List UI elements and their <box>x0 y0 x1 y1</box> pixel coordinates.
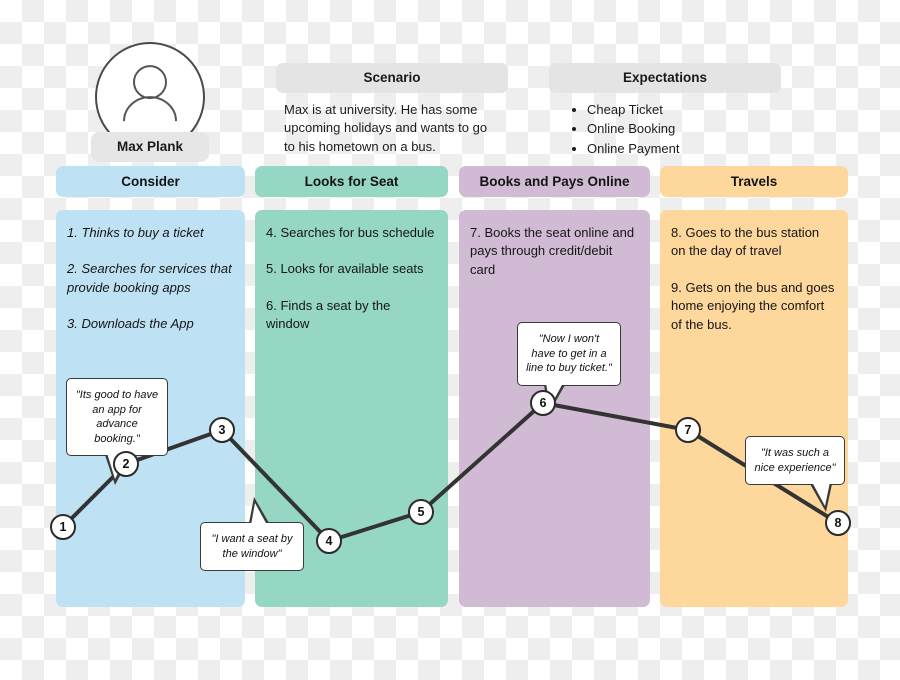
quote-text: "Now I won't have to get in a line to bu… <box>526 333 612 375</box>
user-avatar-icon <box>115 61 185 130</box>
quote-no-line: "Now I won't have to get in a line to bu… <box>517 322 621 413</box>
journey-node-3[interactable]: 3 <box>209 417 235 443</box>
scenario-text: Max is at university. He has some upcomi… <box>284 102 488 154</box>
scenario-block: Scenario Max is at university. He has so… <box>276 63 508 156</box>
quote-text: "I want a seat by the window" <box>211 533 293 560</box>
stage-header-looks-for-seat[interactable]: Looks for Seat <box>255 166 448 197</box>
persona-card: Max Plank <box>91 42 209 162</box>
expectations-block: Expectations Cheap Ticket Online Booking… <box>549 63 781 159</box>
scenario-title: Scenario <box>276 63 508 93</box>
list-item: Online Payment <box>587 140 773 158</box>
stage-header-books-and-pays-online[interactable]: Books and Pays Online <box>459 166 650 197</box>
persona-name: Max Plank <box>91 132 209 162</box>
quote-advance-booking: "Its good to have an app for advance boo… <box>66 378 168 486</box>
stage-step: 4. Searches for bus schedule <box>266 225 435 240</box>
stage-header-consider[interactable]: Consider <box>56 166 245 197</box>
journey-node-2[interactable]: 2 <box>113 451 139 477</box>
quote-text: "Its good to have an app for advance boo… <box>75 389 159 445</box>
callout-tail-fill <box>812 482 830 507</box>
expectations-title: Expectations <box>549 63 781 93</box>
stage-step: 9. Gets on the bus and goes home enjoyin… <box>671 279 835 332</box>
expectations-list: Cheap Ticket Online Booking Online Payme… <box>561 101 773 158</box>
journey-node-5[interactable]: 5 <box>408 499 434 525</box>
journey-node-6[interactable]: 6 <box>530 390 556 416</box>
customer-journey-map: Max Plank Scenario Max is at university.… <box>0 0 900 680</box>
quote-text: "It was such a nice experience" <box>754 447 836 474</box>
list-item: Cheap Ticket <box>587 101 773 119</box>
stage-step: 7. Books the seat online and pays throug… <box>470 225 635 277</box>
quote-nice-experience: "It was such a nice experience" <box>745 436 845 513</box>
journey-node-1[interactable]: 1 <box>50 514 76 540</box>
expectations-list-wrap: Cheap Ticket Online Booking Online Payme… <box>549 93 781 158</box>
stage-step: 3. Downloads the App <box>67 316 194 332</box>
stage-step: 8. Goes to the bus station on the day of… <box>671 225 820 259</box>
journey-node-8[interactable]: 8 <box>825 510 851 536</box>
stage-step: 5. Looks for available seats <box>266 261 424 277</box>
stage-body-travels: 8. Goes to the bus station on the day of… <box>660 210 848 607</box>
stage-header-travels[interactable]: Travels <box>660 166 848 197</box>
journey-node-4[interactable]: 4 <box>316 528 342 554</box>
stage-step: 1. Thinks to buy a ticket <box>67 225 204 240</box>
callout-tail-fill <box>251 503 267 525</box>
quote-seat-by-window: "I want a seat by the window" <box>200 497 304 572</box>
journey-node-7[interactable]: 7 <box>675 417 701 443</box>
stage-step: 2. Searches for services that provide bo… <box>67 261 232 295</box>
list-item: Online Booking <box>587 120 773 138</box>
stage-step: 6. Finds a seat by the window <box>266 297 391 332</box>
